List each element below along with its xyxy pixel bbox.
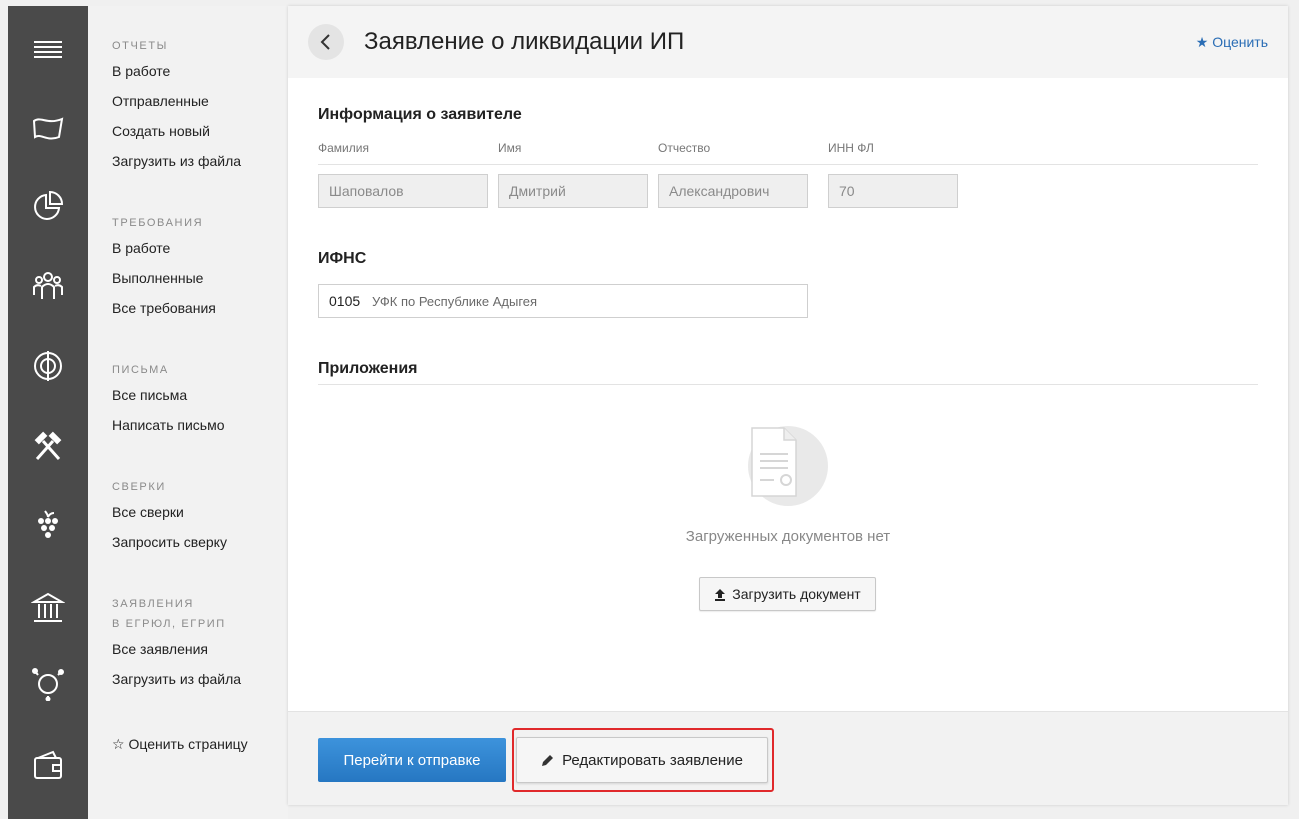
- pencil-icon: [542, 754, 554, 766]
- pie-chart-icon[interactable]: [30, 188, 66, 224]
- empty-state-text: Загруженных документов нет: [685, 528, 891, 545]
- panel-footer: Перейти к отправке Редактировать заявлен…: [288, 711, 1288, 805]
- chevron-left-icon: [320, 34, 330, 50]
- nav-heading: ПИСЬМА: [112, 364, 169, 376]
- nav-item-reports-create[interactable]: Создать новый: [112, 116, 241, 146]
- bank-icon[interactable]: [30, 590, 66, 626]
- ifns-code: 0105: [329, 293, 361, 309]
- upload-icon: [715, 588, 726, 601]
- name-label: Имя: [498, 141, 522, 155]
- nav-item-requirements-done[interactable]: Выполненные: [112, 263, 216, 293]
- nav-subheading: В ЕГРЮЛ, ЕГРИП: [112, 618, 226, 630]
- nav-heading: ОТЧЕТЫ: [112, 40, 169, 52]
- wallet-icon[interactable]: [30, 748, 66, 784]
- ifns-select[interactable]: 0105 УФК по Республике Адыгея: [318, 284, 808, 318]
- upload-document-button[interactable]: Загрузить документ: [699, 577, 876, 611]
- flag-icon[interactable]: [30, 110, 66, 146]
- name-field[interactable]: Дмитрий: [498, 174, 648, 208]
- recycle-icon[interactable]: [30, 666, 66, 702]
- applicant-section-title: Информация о заявителе: [318, 106, 522, 123]
- surname-field[interactable]: Шаповалов: [318, 174, 488, 208]
- inn-label: ИНН ФЛ: [828, 141, 874, 155]
- nav-item-reconciliations-all[interactable]: Все сверки: [112, 497, 227, 527]
- document-icon: [748, 426, 828, 506]
- divider: [318, 164, 1258, 165]
- nav-group-letters: ПИСЬМА Все письма Написать письмо: [112, 360, 224, 440]
- nav-item-reports-upload[interactable]: Загрузить из файла: [112, 146, 241, 176]
- nav-item-reconciliations-request[interactable]: Запросить сверку: [112, 527, 227, 557]
- patronymic-label: Отчество: [658, 141, 711, 155]
- nav-item-letters-all[interactable]: Все письма: [112, 380, 224, 410]
- edit-application-label: Редактировать заявление: [562, 751, 743, 769]
- edit-application-button[interactable]: Редактировать заявление: [516, 737, 768, 783]
- nav-heading: ТРЕБОВАНИЯ: [112, 217, 204, 229]
- menu-icon[interactable]: [30, 32, 66, 68]
- nav-item-requirements-all[interactable]: Все требования: [112, 293, 216, 323]
- go-to-submit-button[interactable]: Перейти к отправке: [318, 738, 506, 782]
- nav-item-reports-in-progress[interactable]: В работе: [112, 56, 241, 86]
- panel-header: Заявление о ликвидации ИП ★ Оценить: [288, 6, 1288, 78]
- nav-item-reports-sent[interactable]: Отправленные: [112, 86, 241, 116]
- nav-group-requirements: ТРЕБОВАНИЯ В работе Выполненные Все треб…: [112, 213, 216, 323]
- people-icon[interactable]: [30, 268, 66, 304]
- icon-rail: [8, 6, 88, 819]
- rate-page-link[interactable]: ☆ Оценить страницу: [112, 736, 248, 753]
- nav-group-reports: ОТЧЕТЫ В работе Отправленные Создать нов…: [112, 36, 241, 176]
- nav-heading: ЗАЯВЛЕНИЯ: [112, 598, 194, 610]
- page-title: Заявление о ликвидации ИП: [364, 28, 685, 55]
- nav-heading: СВЕРКИ: [112, 481, 166, 493]
- divider: [318, 384, 1258, 385]
- surname-label: Фамилия: [318, 141, 369, 155]
- nav-item-requirements-in-progress[interactable]: В работе: [112, 233, 216, 263]
- hammers-icon[interactable]: [30, 428, 66, 464]
- upload-document-label: Загрузить документ: [732, 586, 861, 602]
- target-icon[interactable]: [30, 348, 66, 384]
- nav-group-applications: ЗАЯВЛЕНИЯ В ЕГРЮЛ, ЕГРИП Все заявления З…: [112, 594, 241, 694]
- ifns-name: УФК по Республике Адыгея: [372, 294, 538, 309]
- secondary-nav: ОТЧЕТЫ В работе Отправленные Создать нов…: [88, 6, 288, 819]
- patronymic-field[interactable]: Александрович: [658, 174, 808, 208]
- nav-group-reconciliations: СВЕРКИ Все сверки Запросить сверку: [112, 477, 227, 557]
- rate-button[interactable]: ★ Оценить: [1196, 34, 1268, 51]
- main-panel: Заявление о ликвидации ИП ★ Оценить Инфо…: [288, 6, 1288, 805]
- nav-item-applications-upload[interactable]: Загрузить из файла: [112, 664, 241, 694]
- attachments-section-title: Приложения: [318, 360, 418, 377]
- nav-item-letters-write[interactable]: Написать письмо: [112, 410, 224, 440]
- grapes-icon[interactable]: [30, 508, 66, 544]
- ifns-section-title: ИФНС: [318, 250, 367, 267]
- nav-item-applications-all[interactable]: Все заявления: [112, 634, 241, 664]
- inn-field[interactable]: 70: [828, 174, 958, 208]
- back-button[interactable]: [308, 24, 344, 60]
